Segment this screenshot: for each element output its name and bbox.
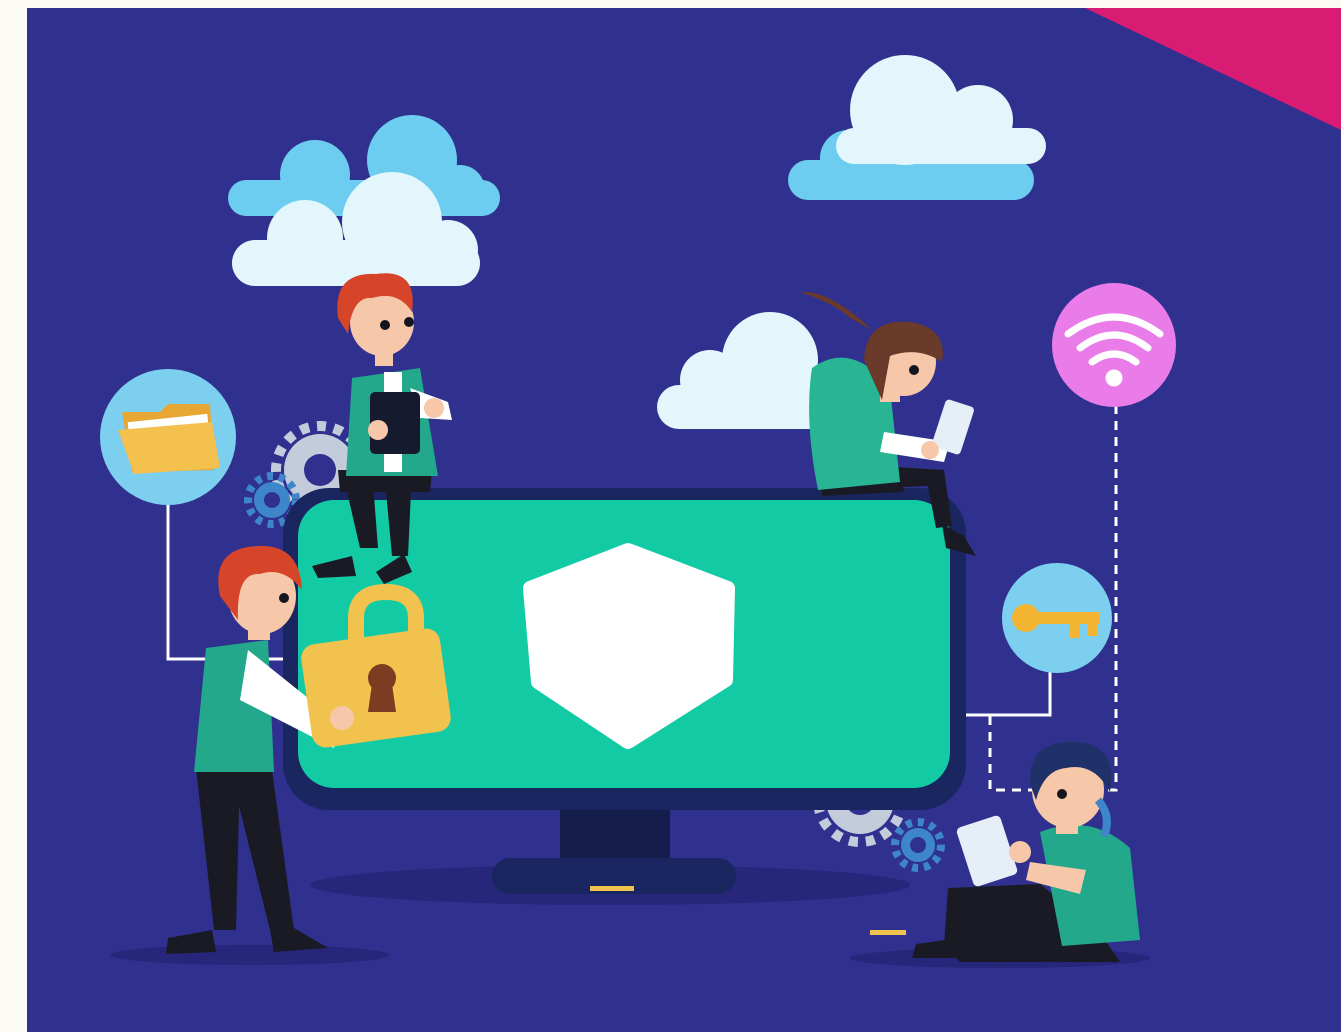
gear-icon <box>891 818 945 872</box>
folder-icon <box>118 404 220 474</box>
wifi-bubble <box>1052 283 1176 407</box>
folder-bubble <box>100 369 236 505</box>
illustration-canvas <box>0 0 1341 1032</box>
key-bubble <box>1002 563 1112 673</box>
